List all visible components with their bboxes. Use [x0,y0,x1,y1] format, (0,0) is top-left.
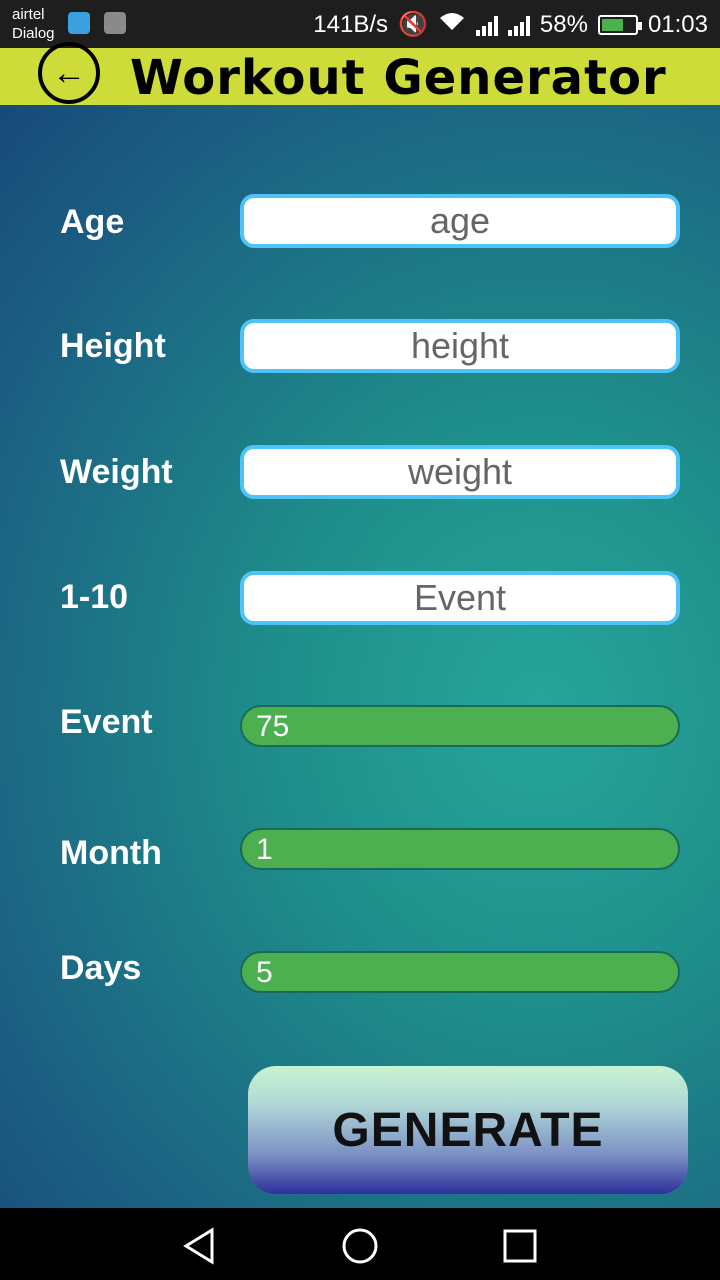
back-button[interactable]: ← [38,42,100,104]
nav-back-icon[interactable] [180,1226,220,1266]
carrier-name: airtel Dialog [12,5,55,43]
generate-button[interactable]: GENERATE [248,1066,688,1194]
event-rank-label: 1-10 [60,578,129,616]
mute-icon: 🔇 [398,11,428,38]
event-label: Event [60,703,153,741]
status-bar: airtel Dialog 141B/s 🔇 58% 01:03 [0,0,720,48]
event-rank-input[interactable] [240,571,680,625]
page-title: Workout Generator [130,50,667,106]
navigation-bar [0,1208,720,1280]
usb-icon [68,12,90,34]
carrier-line-1: airtel [12,6,45,23]
days-label: Days [60,949,142,987]
month-label: Month [60,834,162,872]
weight-input[interactable] [240,445,680,499]
arrow-left-circle-icon: ← [52,53,86,92]
app-header: ← Workout Generator [0,42,720,106]
image-notification-icon [104,12,126,34]
month-value: 1 [256,833,273,866]
weight-label: Weight [60,453,173,491]
month-seekbar[interactable]: 1 [240,828,680,870]
age-input[interactable] [240,194,680,248]
network-speed: 141B/s [313,10,388,38]
signal-icon-1 [475,14,498,36]
event-value: 75 [256,710,290,743]
height-label: Height [60,327,166,365]
signal-icon-2 [507,14,530,36]
nav-home-icon[interactable] [340,1226,380,1266]
clock: 01:03 [647,10,708,38]
days-seekbar[interactable]: 5 [240,951,680,993]
carrier-line-2: Dialog [12,25,55,42]
age-label: Age [60,203,125,241]
event-seekbar[interactable]: 75 [240,705,680,747]
days-value: 5 [256,956,273,989]
battery-percent: 58% [539,10,588,38]
height-input[interactable] [240,319,680,373]
battery-icon [597,14,642,35]
status-right: 141B/s 🔇 58% 01:03 [313,10,708,39]
wifi-icon [438,10,466,39]
workout-form: Age Height Weight 1-10 Event 75 Month 1 … [0,105,720,1208]
nav-recents-icon[interactable] [500,1226,540,1266]
